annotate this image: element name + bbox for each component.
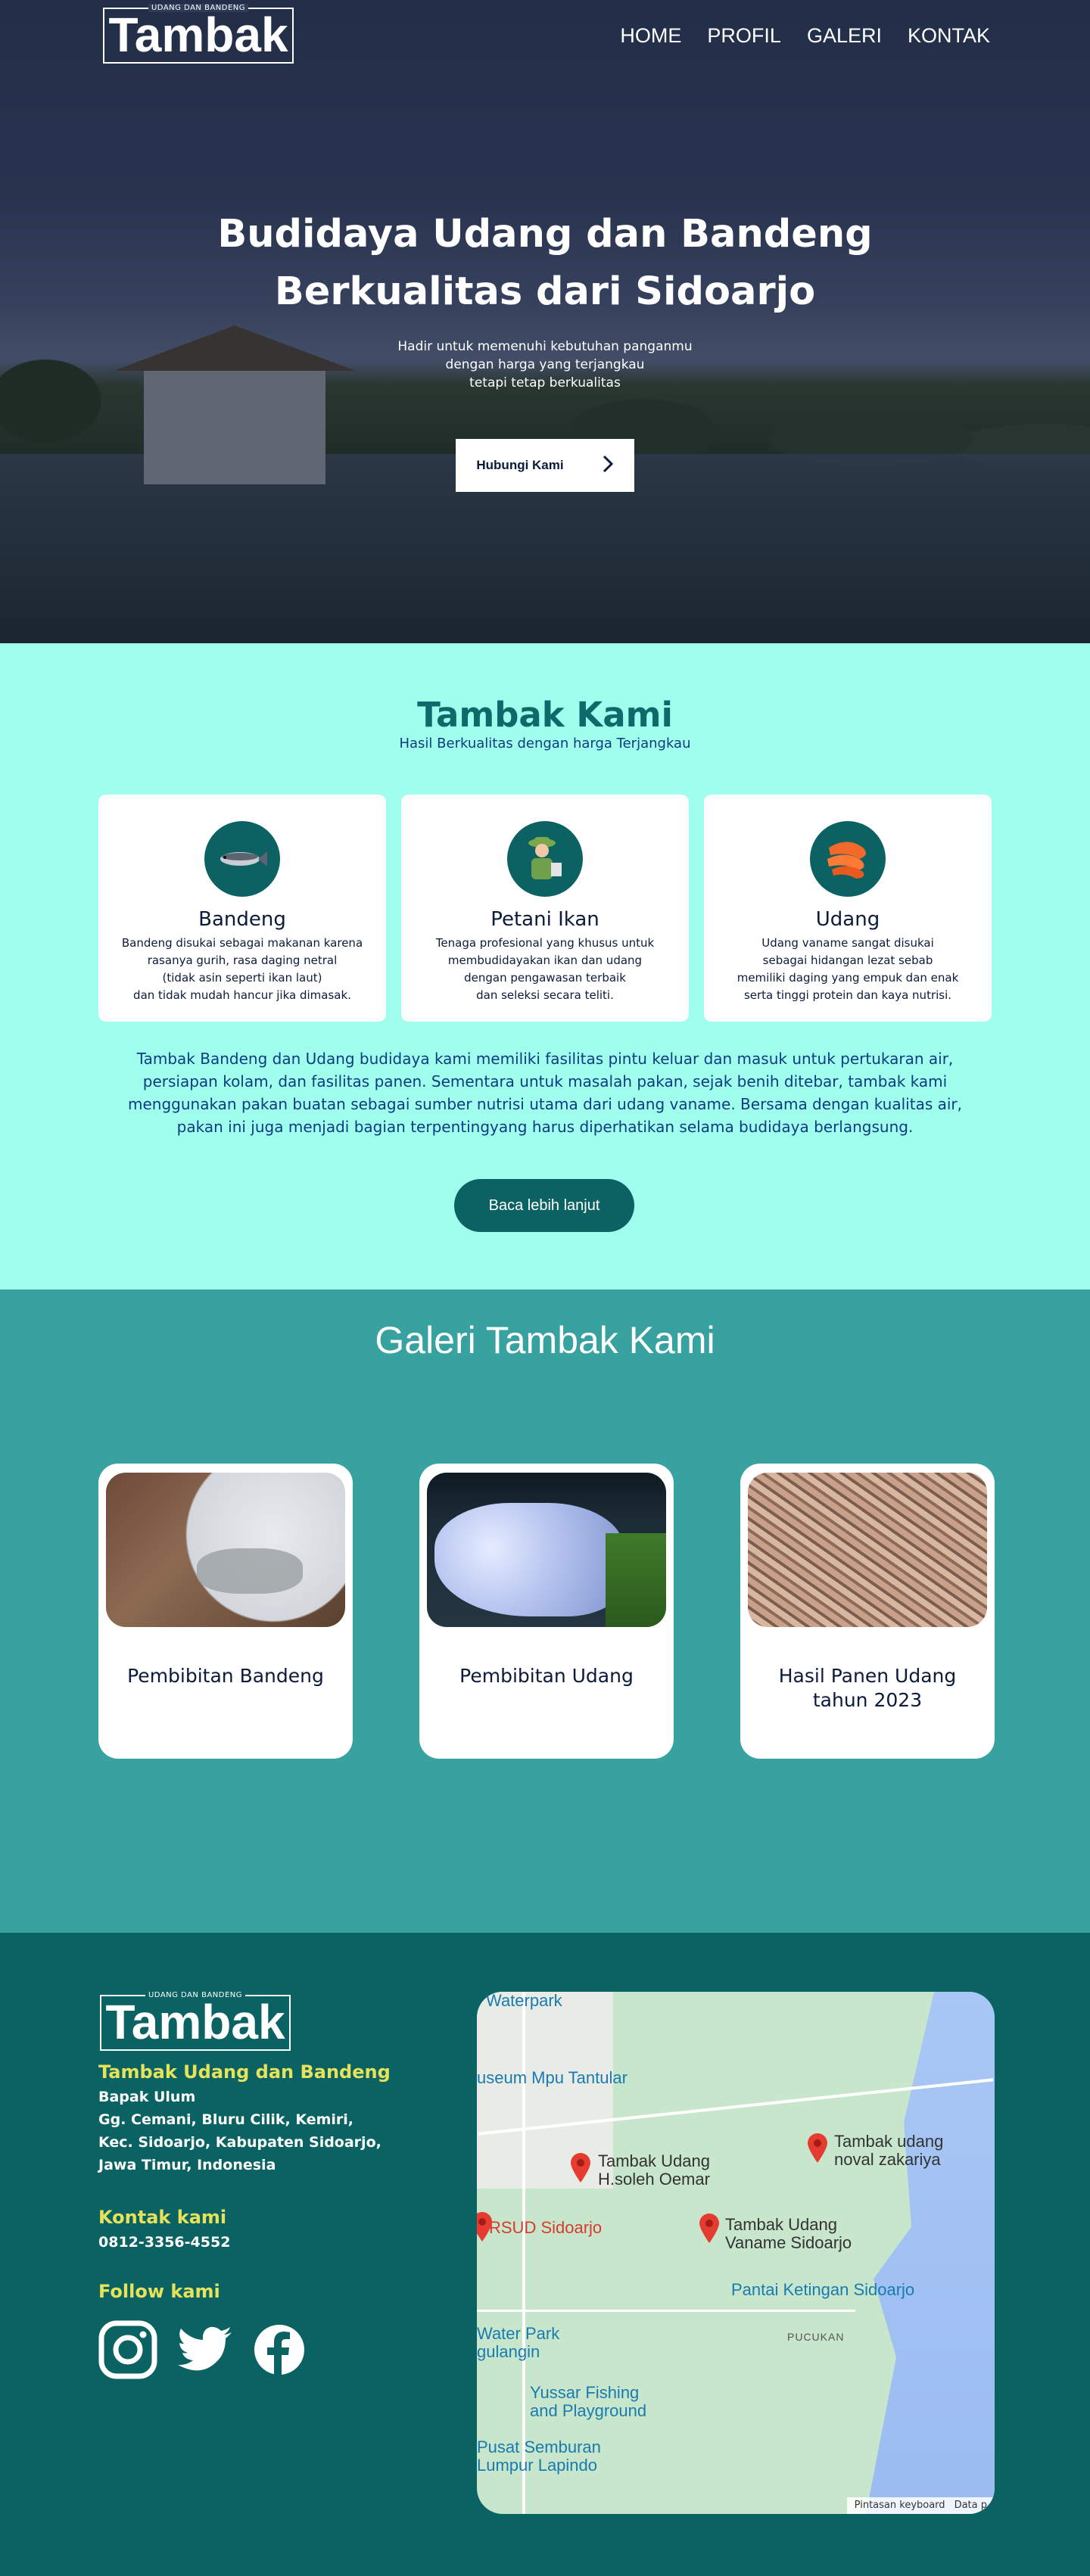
map-label-rsud: RSUD Sidoarjo bbox=[489, 2218, 603, 2237]
card-udang: Udang Udang vaname sangat disukai sebaga… bbox=[704, 795, 992, 1022]
gallery-card[interactable]: Hasil Panen Udang tahun 2023 bbox=[740, 1464, 995, 1759]
footer-logo[interactable]: UDANG DAN BANDENG Tambak bbox=[100, 1991, 291, 2051]
footer-tagline: UDANG DAN BANDENG bbox=[145, 1991, 246, 1999]
gallery-cards: Pembibitan Bandeng Pembibitan Udang Hasi… bbox=[98, 1464, 995, 1759]
gallery-image-udang bbox=[427, 1473, 666, 1627]
contact-heading: Kontak kami bbox=[98, 2207, 227, 2228]
chevron-right-icon bbox=[602, 455, 614, 477]
company-name: Tambak Udang dan Bandeng bbox=[98, 2061, 391, 2083]
map-data-link[interactable]: Data p bbox=[955, 2500, 987, 2512]
hero-title: Budidaya Udang dan Bandeng Berkualitas d… bbox=[0, 206, 1090, 321]
map-label-lapindo: Pusat Semburan Lumpur Lapindo bbox=[477, 2438, 601, 2475]
gallery-image-panen bbox=[748, 1473, 987, 1627]
facebook-icon[interactable] bbox=[253, 2323, 306, 2379]
map-label-waterpark: Waterpark bbox=[486, 1992, 562, 2010]
card-name: Bandeng bbox=[198, 908, 286, 931]
card-name: Petani Ikan bbox=[490, 908, 600, 931]
instagram-icon[interactable] bbox=[98, 2320, 157, 2382]
read-more-button[interactable]: Baca lebih lanjut bbox=[454, 1179, 634, 1232]
farmer-icon bbox=[507, 821, 583, 897]
hero-title-line2: Berkualitas dari Sidoarjo bbox=[274, 269, 816, 314]
about-paragraph: Tambak Bandeng dan Udang budidaya kami m… bbox=[127, 1050, 962, 1136]
nav-kontak[interactable]: KONTAK bbox=[908, 24, 990, 48]
card-desc: Bandeng disukai sebagai makanan karena r… bbox=[121, 936, 363, 1002]
gallery-caption: Pembibitan Bandeng bbox=[127, 1665, 324, 1687]
card-bandeng: Bandeng Bandeng disukai sebagai makanan … bbox=[98, 795, 386, 1022]
map-pin-icon[interactable] bbox=[698, 2213, 721, 2243]
map-label-pucukan: PUCUKAN bbox=[787, 2331, 845, 2343]
gallery-card[interactable]: Pembibitan Bandeng bbox=[98, 1464, 353, 1759]
owner-name: Bapak Ulum bbox=[98, 2089, 196, 2105]
map-label-pantai: Pantai Ketingan Sidoarjo bbox=[731, 2280, 915, 2299]
map-label-tambak-vaname: Tambak Udang Vaname Sidoarjo bbox=[725, 2215, 852, 2252]
contact-us-button[interactable]: Hubungi Kami bbox=[456, 439, 634, 492]
map-label-tambak-noval: Tambak udang noval zakariya bbox=[834, 2132, 944, 2169]
about-section: Tambak Kami Hasil Berkualitas dengan har… bbox=[0, 643, 1090, 1290]
hero-section: UDANG DAN BANDENG Tambak HOME PROFIL GAL… bbox=[0, 0, 1090, 643]
card-desc: Udang vaname sangat disukai sebagai hida… bbox=[737, 936, 959, 1002]
gallery-caption: Hasil Panen Udang tahun 2023 bbox=[778, 1665, 957, 1711]
map-pin-icon[interactable] bbox=[806, 2133, 829, 2163]
map-attribution: Pintasan keyboard Data p bbox=[846, 2497, 995, 2514]
footer-section: UDANG DAN BANDENG Tambak Tambak Udang da… bbox=[0, 1933, 1090, 2576]
gallery-image-bandeng bbox=[106, 1473, 345, 1627]
map-pin-icon[interactable] bbox=[569, 2152, 592, 2182]
about-subtitle: Hasil Berkualitas dengan harga Terjangka… bbox=[399, 736, 691, 751]
nav-home[interactable]: HOME bbox=[620, 24, 681, 48]
gallery-card[interactable]: Pembibitan Udang bbox=[419, 1464, 674, 1759]
map-shortcut-link[interactable]: Pintasan keyboard bbox=[855, 2500, 945, 2512]
hero-subtitle: Hadir untuk memenuhi kebutuhan panganmu … bbox=[397, 339, 693, 390]
footer-brand-name: Tambak bbox=[105, 1995, 285, 2049]
card-petani: Petani Ikan Tenaga profesional yang khus… bbox=[401, 795, 689, 1022]
main-nav: HOME PROFIL GALERI KONTAK bbox=[620, 24, 990, 48]
gallery-caption: Pembibitan Udang bbox=[459, 1665, 634, 1687]
fish-icon bbox=[204, 821, 280, 897]
map-label-tambak-soleh: Tambak Udang H.soleh Oemar bbox=[598, 2151, 710, 2189]
nav-galeri[interactable]: GALERI bbox=[807, 24, 882, 48]
brand-logo[interactable]: UDANG DAN BANDENG Tambak bbox=[103, 4, 294, 64]
follow-heading: Follow kami bbox=[98, 2281, 220, 2302]
shrimp-icon bbox=[810, 821, 886, 897]
location-map[interactable]: Waterpark useum Mpu Tantular Tambak Udan… bbox=[477, 1992, 995, 2514]
map-label-waterpark2: Water Park gulangin bbox=[477, 2324, 560, 2361]
map-label-yussar: Yussar Fishing and Playground bbox=[530, 2383, 647, 2420]
social-links bbox=[98, 2320, 306, 2382]
map-pin-icon[interactable] bbox=[477, 2211, 494, 2242]
gallery-title: Galeri Tambak Kami bbox=[375, 1319, 715, 1361]
contact-us-label: Hubungi Kami bbox=[476, 458, 564, 472]
address: Gg. Cemani, Bluru Cilik, Kemiri, Kec. Si… bbox=[98, 2111, 382, 2173]
card-name: Udang bbox=[815, 908, 880, 931]
twitter-icon[interactable] bbox=[177, 2326, 233, 2376]
brand-name: Tambak bbox=[108, 8, 288, 62]
feature-cards: Bandeng Bandeng disukai sebagai makanan … bbox=[98, 795, 992, 1022]
brand-tagline: UDANG DAN BANDENG bbox=[148, 4, 249, 12]
phone-number[interactable]: 0812-3356-4552 bbox=[98, 2231, 230, 2254]
nav-profil[interactable]: PROFIL bbox=[707, 24, 781, 48]
map-label-museum: useum Mpu Tantular bbox=[477, 2068, 628, 2087]
about-title: Tambak Kami bbox=[417, 695, 673, 735]
gallery-section: Galeri Tambak Kami Pembibitan Bandeng Pe… bbox=[0, 1290, 1090, 1933]
card-desc: Tenaga profesional yang khusus untuk mem… bbox=[435, 936, 655, 1002]
hero-title-line1: Budidaya Udang dan Bandeng bbox=[217, 212, 873, 257]
